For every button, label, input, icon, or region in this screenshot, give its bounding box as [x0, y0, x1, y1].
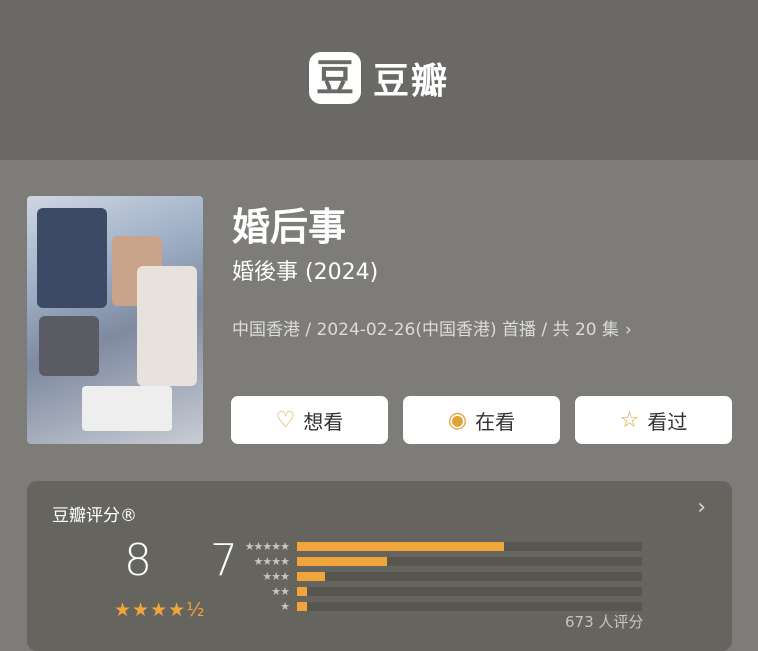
star-label: ★★★ — [262, 570, 290, 583]
star-label: ★★ — [271, 585, 290, 598]
rating-distribution: ★★★★★ ★★★★ ★★★ ★★ ★ — [227, 539, 642, 614]
target-icon: ◉ — [447, 407, 468, 433]
rating-bar-fill — [297, 602, 308, 611]
rating-bar-track — [297, 572, 642, 581]
star-label: ★★★★ — [253, 555, 290, 568]
rating-card[interactable]: 豆瓣评分® › 8 7 ★★★★½ ★★★★★ ★★★★ ★★★ ★★ ★ 673 人评… — [27, 481, 732, 651]
rating-bar-fill — [297, 572, 325, 581]
rating-count: 673 人评分 — [565, 613, 644, 631]
chevron-right-icon: › — [624, 320, 632, 340]
watched-label: 看过 — [647, 409, 688, 434]
page-title: 婚后事 — [232, 205, 347, 249]
star-label: ★ — [280, 600, 290, 613]
douban-logo-icon: 豆 — [308, 52, 361, 104]
rating-bar-row: ★★★ — [227, 569, 642, 584]
meta-info-text: 中国香港 / 2024-02-26(中国香港) 首播 / 共 20 集 — [232, 320, 619, 340]
rating-bar-track — [297, 587, 642, 596]
meta-info-link[interactable]: 中国香港 / 2024-02-26(中国香港) 首播 / 共 20 集 › — [232, 315, 632, 340]
watching-button[interactable]: ◉ 在看 — [403, 396, 560, 444]
rating-bar-row: ★★ — [227, 584, 642, 599]
rating-bar-row: ★★★★ — [227, 554, 642, 569]
douban-logo-text: 豆瓣 — [372, 61, 449, 102]
want-to-watch-label: 想看 — [303, 409, 344, 434]
rating-heading: 豆瓣评分® — [52, 506, 137, 526]
original-title: 婚後事 (2024) — [232, 260, 379, 285]
rating-bar-fill — [297, 587, 308, 596]
poster-image[interactable] — [27, 196, 203, 444]
star-outline-icon: ☆ — [619, 407, 640, 433]
want-to-watch-button[interactable]: ♡ 想看 — [231, 396, 388, 444]
app-header: 豆 豆瓣 — [0, 0, 758, 160]
rating-bar-row: ★★★★★ — [227, 539, 642, 554]
rating-bar-track — [297, 542, 642, 551]
rating-bar-fill — [297, 557, 387, 566]
watching-label: 在看 — [475, 409, 516, 434]
rating-stars: ★★★★½ — [114, 599, 206, 621]
douban-logo[interactable]: 豆 豆瓣 — [308, 52, 449, 104]
star-label: ★★★★★ — [244, 540, 290, 553]
rating-bar-track — [297, 557, 642, 566]
rating-bar-fill — [297, 542, 504, 551]
chevron-right-icon[interactable]: › — [697, 495, 706, 520]
heart-plus-icon: ♡ — [275, 407, 296, 433]
watched-button[interactable]: ☆ 看过 — [575, 396, 732, 444]
rating-bar-track — [297, 602, 642, 611]
